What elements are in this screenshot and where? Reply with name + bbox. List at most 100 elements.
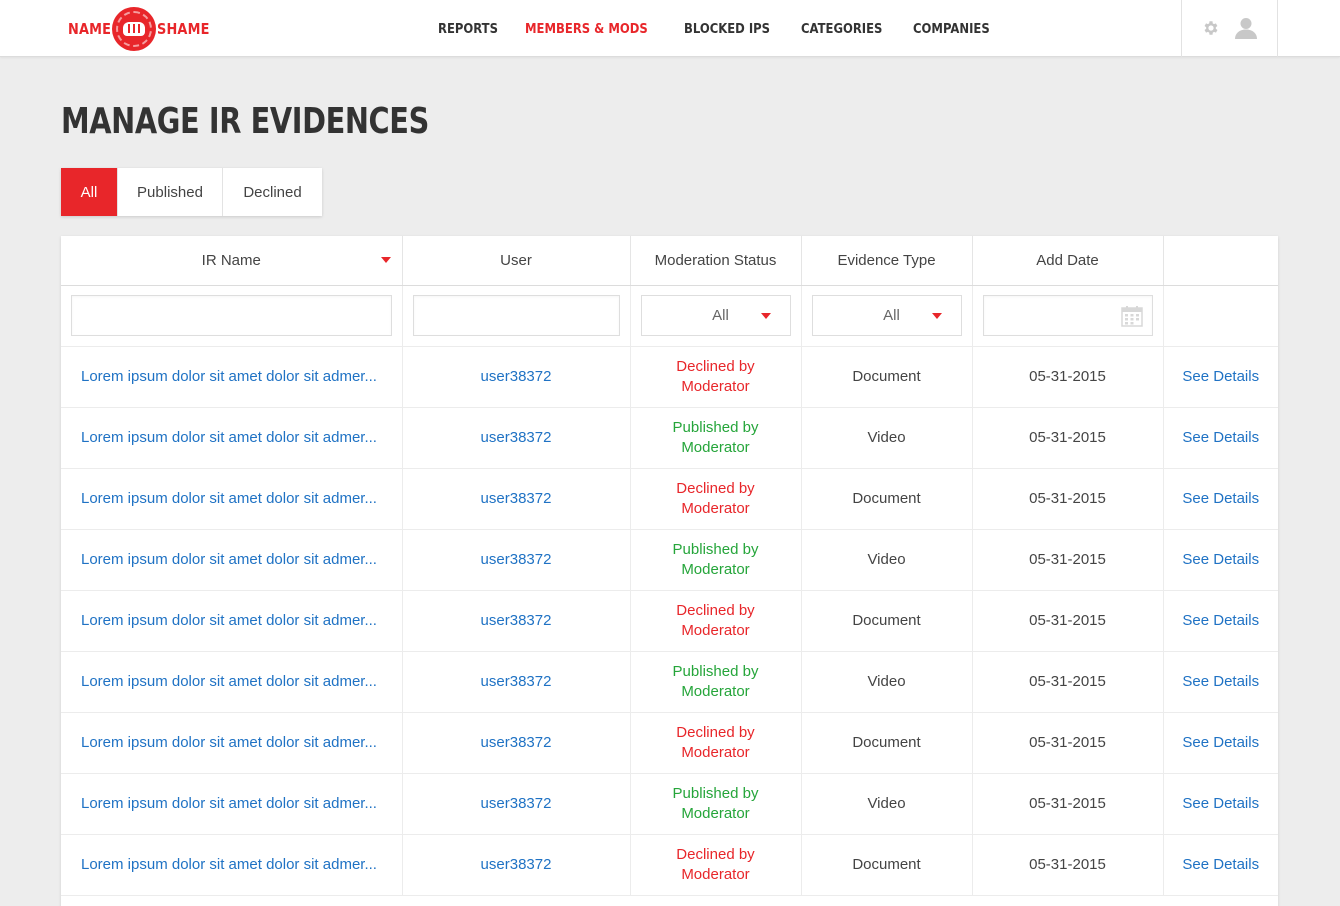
brand-word-right: SHAME xyxy=(157,20,210,38)
nav-item-members-mods[interactable]: MEMBERS & MODS xyxy=(525,21,648,37)
user-link[interactable]: user38372 xyxy=(481,795,552,812)
user-link[interactable]: user38372 xyxy=(481,673,552,690)
moderation-status-cell: Declined by Moderator xyxy=(630,834,802,896)
moderation-status-cell: Declined by Moderator xyxy=(630,468,802,530)
ir-name-cell: Lorem ipsum dolor sit amet dolor sit adm… xyxy=(61,712,403,774)
evidence-type-filter-select[interactable]: All xyxy=(811,295,962,336)
add-date-cell: 05-31-2015 xyxy=(972,712,1164,774)
moderation-status-line2: Moderator xyxy=(681,743,750,761)
actions-cell: See Details xyxy=(1163,834,1278,896)
user-cell: user38372 xyxy=(402,834,631,896)
user-link[interactable]: user38372 xyxy=(481,856,552,873)
moderation-status-line1: Declined by xyxy=(676,479,755,497)
user-cell: user38372 xyxy=(402,712,631,774)
see-details-link[interactable]: See Details xyxy=(1182,734,1259,751)
see-details-link[interactable]: See Details xyxy=(1182,429,1259,446)
ir-name-link[interactable]: Lorem ipsum dolor sit amet dolor sit adm… xyxy=(81,856,377,873)
fist-logo-icon xyxy=(112,7,157,51)
evidence-type-cell: Video xyxy=(801,651,973,713)
column-header-add-date[interactable]: Add Date xyxy=(972,236,1164,286)
moderation-status-line2: Moderator xyxy=(681,682,750,700)
moderation-status-filter-value: All xyxy=(712,307,729,324)
moderation-status-line1: Published by xyxy=(672,662,759,680)
user-filter-input[interactable] xyxy=(412,295,620,336)
nav-item-companies[interactable]: COMPANIES xyxy=(913,21,990,37)
nav-item-reports[interactable]: REPORTS xyxy=(438,21,498,37)
brand-word-left: NAME xyxy=(68,20,112,38)
column-header-moderation-status[interactable]: Moderation Status xyxy=(630,236,802,286)
moderation-status-cell: Published by Moderator xyxy=(630,529,802,591)
user-cell: user38372 xyxy=(402,407,631,469)
user-link[interactable]: user38372 xyxy=(481,612,552,629)
ir-name-link[interactable]: Lorem ipsum dolor sit amet dolor sit adm… xyxy=(81,368,377,385)
ir-name-cell: Lorem ipsum dolor sit amet dolor sit adm… xyxy=(61,407,403,469)
user-link[interactable]: user38372 xyxy=(481,734,552,751)
add-date-filter-input[interactable] xyxy=(982,295,1153,336)
evidences-table: IR Name User Moderation Status Evidence … xyxy=(61,236,1278,906)
ir-name-link[interactable]: Lorem ipsum dolor sit amet dolor sit adm… xyxy=(81,612,377,629)
ir-name-link[interactable]: Lorem ipsum dolor sit amet dolor sit adm… xyxy=(81,734,377,751)
nav-item-blocked-ips[interactable]: BLOCKED IPS xyxy=(684,21,770,37)
evidence-type-filter-value: All xyxy=(883,307,900,324)
see-details-link[interactable]: See Details xyxy=(1182,368,1259,385)
evidence-type-cell: Document xyxy=(801,712,973,774)
moderation-status-line2: Moderator xyxy=(681,499,750,517)
actions-cell: See Details xyxy=(1163,773,1278,835)
column-header-user[interactable]: User xyxy=(402,236,631,286)
moderation-status-cell: Declined by Moderator xyxy=(630,712,802,774)
tab-all[interactable]: All xyxy=(61,168,118,216)
user-link[interactable]: user38372 xyxy=(481,368,552,385)
moderation-status-cell: Published by Moderator xyxy=(630,773,802,835)
calendar-icon[interactable] xyxy=(1120,305,1143,327)
tab-published[interactable]: Published xyxy=(118,168,223,216)
moderation-status-cell: Declined by Moderator xyxy=(630,590,802,652)
gear-icon[interactable] xyxy=(1202,19,1220,37)
see-details-link[interactable]: See Details xyxy=(1182,490,1259,507)
user-link[interactable]: user38372 xyxy=(481,490,552,507)
ir-name-link[interactable]: Lorem ipsum dolor sit amet dolor sit adm… xyxy=(81,551,377,568)
user-cell: user38372 xyxy=(402,590,631,652)
user-link[interactable]: user38372 xyxy=(481,551,552,568)
ir-name-cell: Lorem ipsum dolor sit amet dolor sit adm… xyxy=(61,773,403,835)
column-header-ir-name[interactable]: IR Name xyxy=(61,236,403,286)
add-date-cell: 05-31-2015 xyxy=(972,834,1164,896)
moderation-status-cell: Published by Moderator xyxy=(630,407,802,469)
ir-name-cell: Lorem ipsum dolor sit amet dolor sit adm… xyxy=(61,590,403,652)
sort-desc-icon[interactable] xyxy=(380,257,391,263)
ir-name-link[interactable]: Lorem ipsum dolor sit amet dolor sit adm… xyxy=(81,795,377,812)
ir-name-filter-input[interactable] xyxy=(71,295,392,336)
add-date-cell: 05-31-2015 xyxy=(972,651,1164,713)
ir-name-link[interactable]: Lorem ipsum dolor sit amet dolor sit adm… xyxy=(81,429,377,446)
see-details-link[interactable]: See Details xyxy=(1182,612,1259,629)
header-tools xyxy=(1181,0,1278,57)
add-date-cell: 05-31-2015 xyxy=(972,590,1164,652)
page-title: MANAGE IR EVIDENCES xyxy=(61,101,429,142)
ir-name-link[interactable]: Lorem ipsum dolor sit amet dolor sit adm… xyxy=(81,673,377,690)
moderation-status-filter-select[interactable]: All xyxy=(640,295,791,336)
brand-logo[interactable]: NAME SHAME xyxy=(61,6,218,52)
ir-name-cell: Lorem ipsum dolor sit amet dolor sit adm… xyxy=(61,346,403,408)
actions-cell: See Details xyxy=(1163,468,1278,530)
see-details-link[interactable]: See Details xyxy=(1182,856,1259,873)
main-nav: REPORTS MEMBERS & MODS BLOCKED IPS CATEG… xyxy=(438,0,1019,57)
user-link[interactable]: user38372 xyxy=(481,429,552,446)
table-row: Lorem ipsum dolor sit amet dolor sit adm… xyxy=(61,834,1278,896)
column-header-evidence-type[interactable]: Evidence Type xyxy=(801,236,973,286)
nav-item-categories[interactable]: CATEGORIES xyxy=(801,21,882,37)
moderation-status-line1: Published by xyxy=(672,540,759,558)
evidence-type-cell: Document xyxy=(801,346,973,408)
see-details-link[interactable]: See Details xyxy=(1182,551,1259,568)
moderation-status-line1: Published by xyxy=(672,784,759,802)
column-header-actions xyxy=(1163,236,1278,286)
see-details-link[interactable]: See Details xyxy=(1182,795,1259,812)
ir-name-link[interactable]: Lorem ipsum dolor sit amet dolor sit adm… xyxy=(81,490,377,507)
user-icon[interactable] xyxy=(1234,17,1258,39)
user-cell: user38372 xyxy=(402,529,631,591)
moderation-status-line1: Declined by xyxy=(676,723,755,741)
user-cell: user38372 xyxy=(402,346,631,408)
add-date-cell: 05-31-2015 xyxy=(972,346,1164,408)
table-row: Lorem ipsum dolor sit amet dolor sit adm… xyxy=(61,773,1278,835)
see-details-link[interactable]: See Details xyxy=(1182,673,1259,690)
tab-declined[interactable]: Declined xyxy=(223,168,322,216)
add-date-cell: 05-31-2015 xyxy=(972,407,1164,469)
